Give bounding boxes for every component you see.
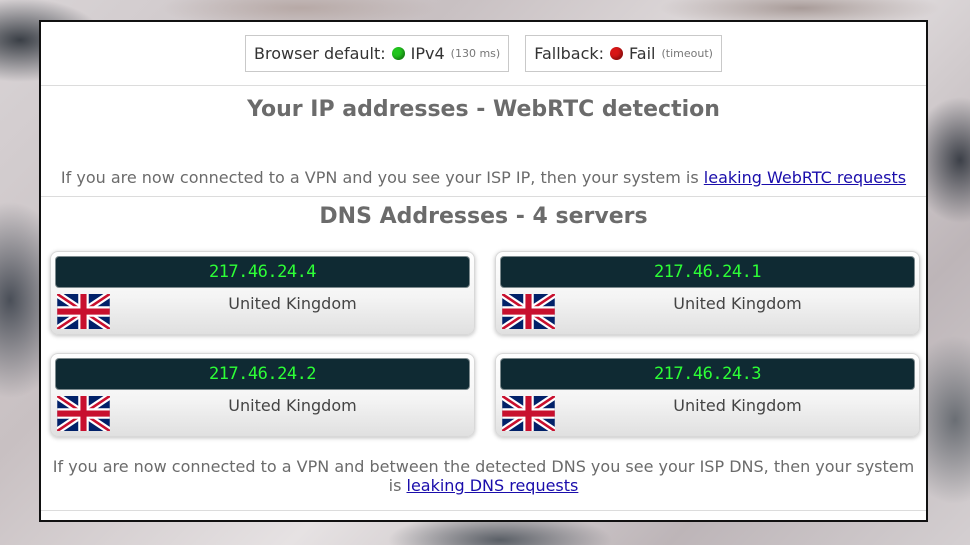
uk-flag-icon — [57, 294, 110, 329]
fallback-label: Fallback: — [534, 44, 605, 63]
webrtc-heading: Your IP addresses - WebRTC detection — [247, 97, 720, 122]
fallback-detail: (timeout) — [661, 47, 713, 60]
dns-server-country: United Kingdom — [673, 294, 802, 313]
dns-server-country: United Kingdom — [228, 396, 357, 415]
leaking-dns-link[interactable]: leaking DNS requests — [407, 476, 579, 495]
leak-test-panel: Browser default: IPv4 (130 ms) Fallback:… — [39, 20, 928, 522]
dns-server-ip: 217.46.24.1 — [501, 257, 914, 287]
dns-server-country: United Kingdom — [228, 294, 357, 313]
dns-server-ip: 217.46.24.3 — [501, 359, 914, 389]
status-row: Browser default: IPv4 (130 ms) Fallback:… — [41, 35, 926, 72]
divider — [41, 85, 926, 86]
webrtc-note-text: If you are now connected to a VPN and yo… — [60, 168, 699, 187]
browser-default-label: Browser default: — [254, 44, 386, 63]
browser-default-value: IPv4 — [410, 44, 445, 63]
fallback-value: Fail — [629, 44, 656, 63]
browser-default-status: Browser default: IPv4 (130 ms) — [245, 35, 510, 72]
dns-heading: DNS Addresses - 4 servers — [319, 204, 648, 229]
dns-server-card: 217.46.24.2 United Kingdom — [50, 353, 475, 437]
red-status-dot-icon — [610, 47, 624, 60]
dns-server-ip: 217.46.24.4 — [56, 257, 469, 287]
fallback-status: Fallback: Fail (timeout) — [525, 35, 722, 72]
dns-server-card: 217.46.24.4 United Kingdom — [50, 251, 475, 335]
dns-note: If you are now connected to a VPN and be… — [41, 457, 926, 495]
divider — [41, 196, 926, 197]
webrtc-note: If you are now connected to a VPN and yo… — [41, 168, 926, 187]
uk-flag-icon — [502, 396, 555, 431]
dns-server-card: 217.46.24.3 United Kingdom — [495, 353, 920, 437]
uk-flag-icon — [502, 294, 555, 329]
divider — [41, 510, 926, 511]
browser-default-detail: (130 ms) — [450, 47, 501, 60]
leaking-webrtc-link[interactable]: leaking WebRTC requests — [704, 168, 906, 187]
dns-server-ip: 217.46.24.2 — [56, 359, 469, 389]
dns-server-country: United Kingdom — [673, 396, 802, 415]
uk-flag-icon — [57, 396, 110, 431]
green-status-dot-icon — [391, 47, 405, 60]
dns-server-card: 217.46.24.1 United Kingdom — [495, 251, 920, 335]
